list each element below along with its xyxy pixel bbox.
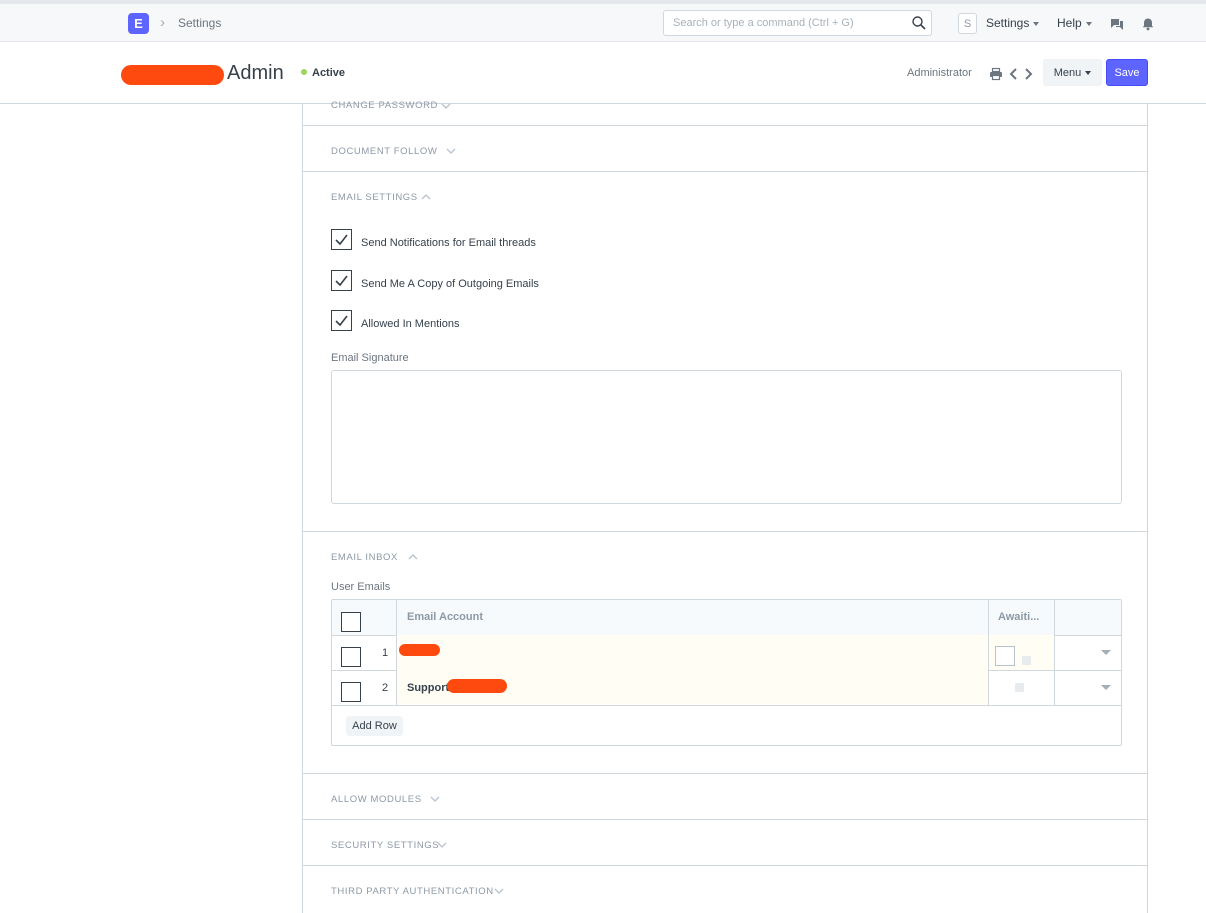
search-input[interactable] <box>664 11 894 35</box>
redaction-mark <box>399 644 440 656</box>
table-row[interactable]: 1 <box>332 635 1121 671</box>
row-select-cell: 1 <box>332 635 397 670</box>
section-security-settings[interactable]: SECURITY SETTINGS <box>331 840 439 851</box>
status-dot <box>301 69 307 75</box>
section-divider <box>303 773 1147 774</box>
column-header-label: Awaiti... <box>998 611 1040 623</box>
row-checkbox[interactable] <box>341 682 361 702</box>
checkbox[interactable] <box>331 229 352 250</box>
row-number: 2 <box>382 682 389 694</box>
cell-awaiting[interactable] <box>989 635 1055 670</box>
save-button[interactable]: Save <box>1106 59 1148 86</box>
cell-email-account[interactable] <box>397 635 989 670</box>
cell-value: Support <box>407 682 450 694</box>
checkbox[interactable] <box>331 270 352 291</box>
breadcrumb-chevron-icon: › <box>160 14 165 31</box>
email-signature-label: Email Signature <box>331 352 409 364</box>
settings-dropdown-label: Settings <box>986 16 1030 30</box>
section-divider <box>303 125 1147 126</box>
select-all-cell <box>332 600 397 635</box>
status-indicator: Active <box>301 67 345 79</box>
top-navbar: E › Settings S Settings Help <box>0 0 1206 42</box>
column-header-email-account: Email Account <box>397 600 989 635</box>
awesome-bar <box>663 10 932 36</box>
cell-row-actions <box>1055 635 1121 670</box>
caret-down-icon <box>1085 21 1092 26</box>
cell-email-account[interactable]: Support <box>397 670 989 705</box>
help-dropdown[interactable]: Help <box>1057 16 1092 30</box>
section-change-password[interactable]: CHANGE PASSWORD <box>331 100 438 111</box>
page-head: Admin Active Administrator Menu Save <box>0 42 1206 104</box>
user-avatar[interactable]: S <box>958 13 977 34</box>
column-header-label: Email Account <box>407 611 483 623</box>
column-header-awaiting: Awaiti... <box>989 600 1055 635</box>
chat-icon[interactable] <box>1110 17 1124 31</box>
checkbox[interactable] <box>331 310 352 331</box>
status-label: Active <box>312 67 346 79</box>
cell-awaiting[interactable] <box>989 670 1055 705</box>
chevron-down-icon[interactable] <box>437 842 447 848</box>
previous-doc-icon[interactable] <box>1007 67 1021 81</box>
breadcrumb-settings[interactable]: Settings <box>178 16 221 30</box>
menu-button[interactable]: Menu <box>1043 59 1102 86</box>
row-number: 1 <box>382 647 389 659</box>
form-body: CHANGE PASSWORD DOCUMENT FOLLOW EMAIL SE… <box>302 100 1148 913</box>
help-dropdown-label: Help <box>1057 16 1082 30</box>
chevron-down-icon[interactable] <box>446 148 456 154</box>
user-emails-table: Email Account Awaiti... 1 2 Support Add … <box>331 599 1122 746</box>
section-divider <box>303 819 1147 820</box>
awaiting-indicator <box>1015 683 1024 692</box>
menu-button-label: Menu <box>1053 66 1082 79</box>
user-emails-label: User Emails <box>331 581 391 593</box>
table-header-row: Email Account Awaiti... <box>332 600 1121 636</box>
checkbox-label: Allowed In Mentions <box>361 318 460 330</box>
add-row-button[interactable]: Add Row <box>346 716 403 736</box>
redaction-mark <box>121 65 224 85</box>
chevron-down-icon[interactable] <box>494 888 504 894</box>
print-icon[interactable] <box>989 67 1003 81</box>
chevron-down-icon[interactable] <box>430 796 440 802</box>
section-email-settings[interactable]: EMAIL SETTINGS <box>331 192 418 203</box>
table-row[interactable]: 2 Support <box>332 670 1121 706</box>
page-title-text: Admin <box>227 62 284 84</box>
app-logo[interactable]: E <box>128 13 149 34</box>
awaiting-indicator <box>1022 656 1031 665</box>
document-owner: Administrator <box>907 67 972 79</box>
select-all-checkbox[interactable] <box>341 612 361 632</box>
section-divider <box>303 531 1147 532</box>
search-icon[interactable] <box>911 15 927 31</box>
cell-row-actions <box>1055 670 1121 705</box>
redaction-mark <box>447 679 507 693</box>
chevron-up-icon[interactable] <box>421 194 431 200</box>
section-allow-modules[interactable]: ALLOW MODULES <box>331 794 422 805</box>
row-checkbox[interactable] <box>341 647 361 667</box>
row-expand-icon[interactable] <box>1101 685 1111 690</box>
section-divider <box>303 171 1147 172</box>
row-expand-icon[interactable] <box>1101 650 1111 655</box>
awaiting-checkbox[interactable] <box>995 646 1015 666</box>
email-signature-textarea[interactable] <box>331 370 1122 504</box>
checkmark-icon <box>335 275 348 287</box>
checkmark-icon <box>335 315 348 327</box>
checkbox-label: Send Me A Copy of Outgoing Emails <box>361 278 539 290</box>
settings-dropdown[interactable]: Settings <box>986 16 1040 30</box>
notification-bell-icon[interactable] <box>1141 17 1155 31</box>
chevron-down-icon[interactable] <box>441 103 451 109</box>
section-document-follow[interactable]: DOCUMENT FOLLOW <box>331 146 437 157</box>
chevron-up-icon[interactable] <box>408 554 418 560</box>
next-doc-icon[interactable] <box>1021 67 1035 81</box>
section-email-inbox[interactable]: EMAIL INBOX <box>331 552 398 563</box>
checkmark-icon <box>335 234 348 246</box>
caret-down-icon <box>1085 70 1092 75</box>
row-select-cell: 2 <box>332 670 397 705</box>
caret-down-icon <box>1033 21 1040 26</box>
checkbox-label: Send Notifications for Email threads <box>361 237 536 249</box>
column-header-actions <box>1055 600 1121 635</box>
section-divider <box>303 865 1147 866</box>
section-third-party-auth[interactable]: THIRD PARTY AUTHENTICATION <box>331 886 494 897</box>
